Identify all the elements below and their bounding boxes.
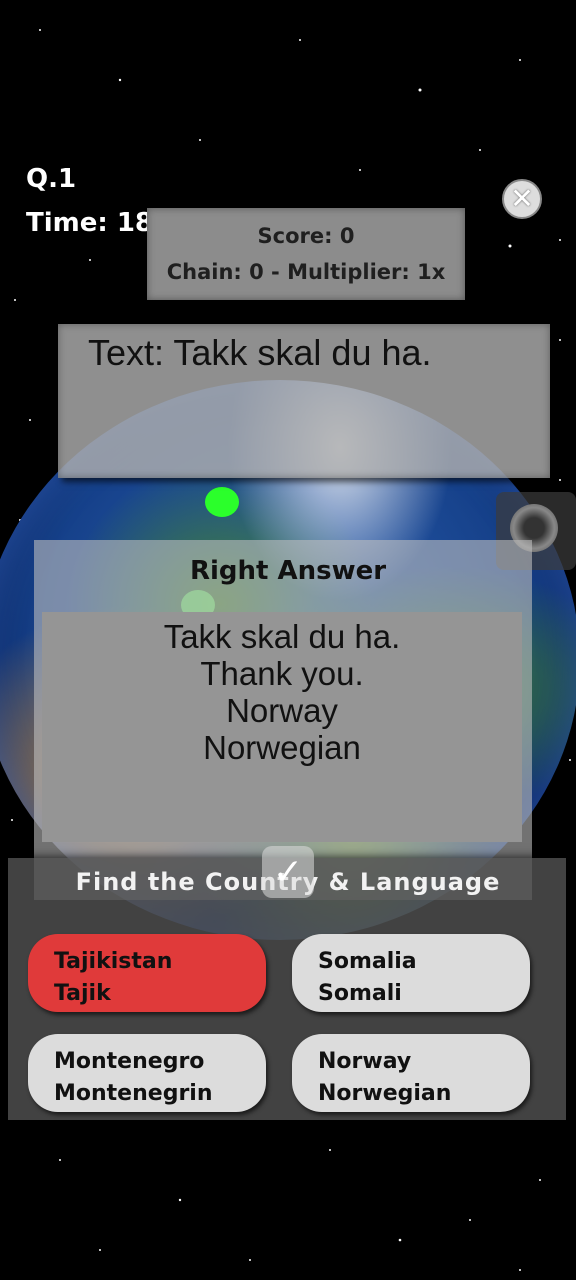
right-answer-box: Takk skal du ha. Thank you. Norway Norwe… xyxy=(42,612,522,842)
prompt-text: Text: Takk skal du ha. xyxy=(88,332,432,373)
timer: Time: 18 xyxy=(26,208,154,238)
close-button[interactable]: ✕ xyxy=(502,179,542,219)
score-panel: Score: 0 Chain: 0 - Multiplier: 1x xyxy=(147,208,465,300)
choice-language: Tajik xyxy=(54,981,111,1006)
question-number: Q.1 xyxy=(26,164,77,194)
right-answer-title: Right Answer xyxy=(189,556,387,586)
map-marker-norway xyxy=(205,487,239,517)
answer-translation: Thank you. xyxy=(200,655,364,692)
choice-language: Montenegrin xyxy=(54,1081,213,1106)
choice-button-2[interactable]: Somalia Somali xyxy=(292,934,530,1012)
choice-country: Norway xyxy=(318,1049,412,1074)
answer-country: Norway xyxy=(226,692,338,729)
chain-label: Chain: 0 - Multiplier: 1x xyxy=(166,260,446,284)
prompt-panel: Text: Takk skal du ha. xyxy=(58,324,550,478)
choice-button-1[interactable]: Tajikistan Tajik xyxy=(28,934,266,1012)
choice-language: Somali xyxy=(318,981,402,1006)
answer-phrase: Takk skal du ha. xyxy=(163,618,401,655)
checkmark-icon[interactable]: ✓ xyxy=(262,846,314,898)
choice-button-4[interactable]: Norway Norwegian xyxy=(292,1034,530,1112)
close-icon: ✕ xyxy=(510,182,534,215)
choice-language: Norwegian xyxy=(318,1081,452,1106)
choice-country: Montenegro xyxy=(54,1049,205,1074)
choice-button-3[interactable]: Montenegro Montenegrin xyxy=(28,1034,266,1112)
choice-country: Tajikistan xyxy=(54,949,173,974)
choice-country: Somalia xyxy=(318,949,417,974)
answer-language: Norwegian xyxy=(203,729,361,766)
score-label: Score: 0 xyxy=(257,224,355,248)
